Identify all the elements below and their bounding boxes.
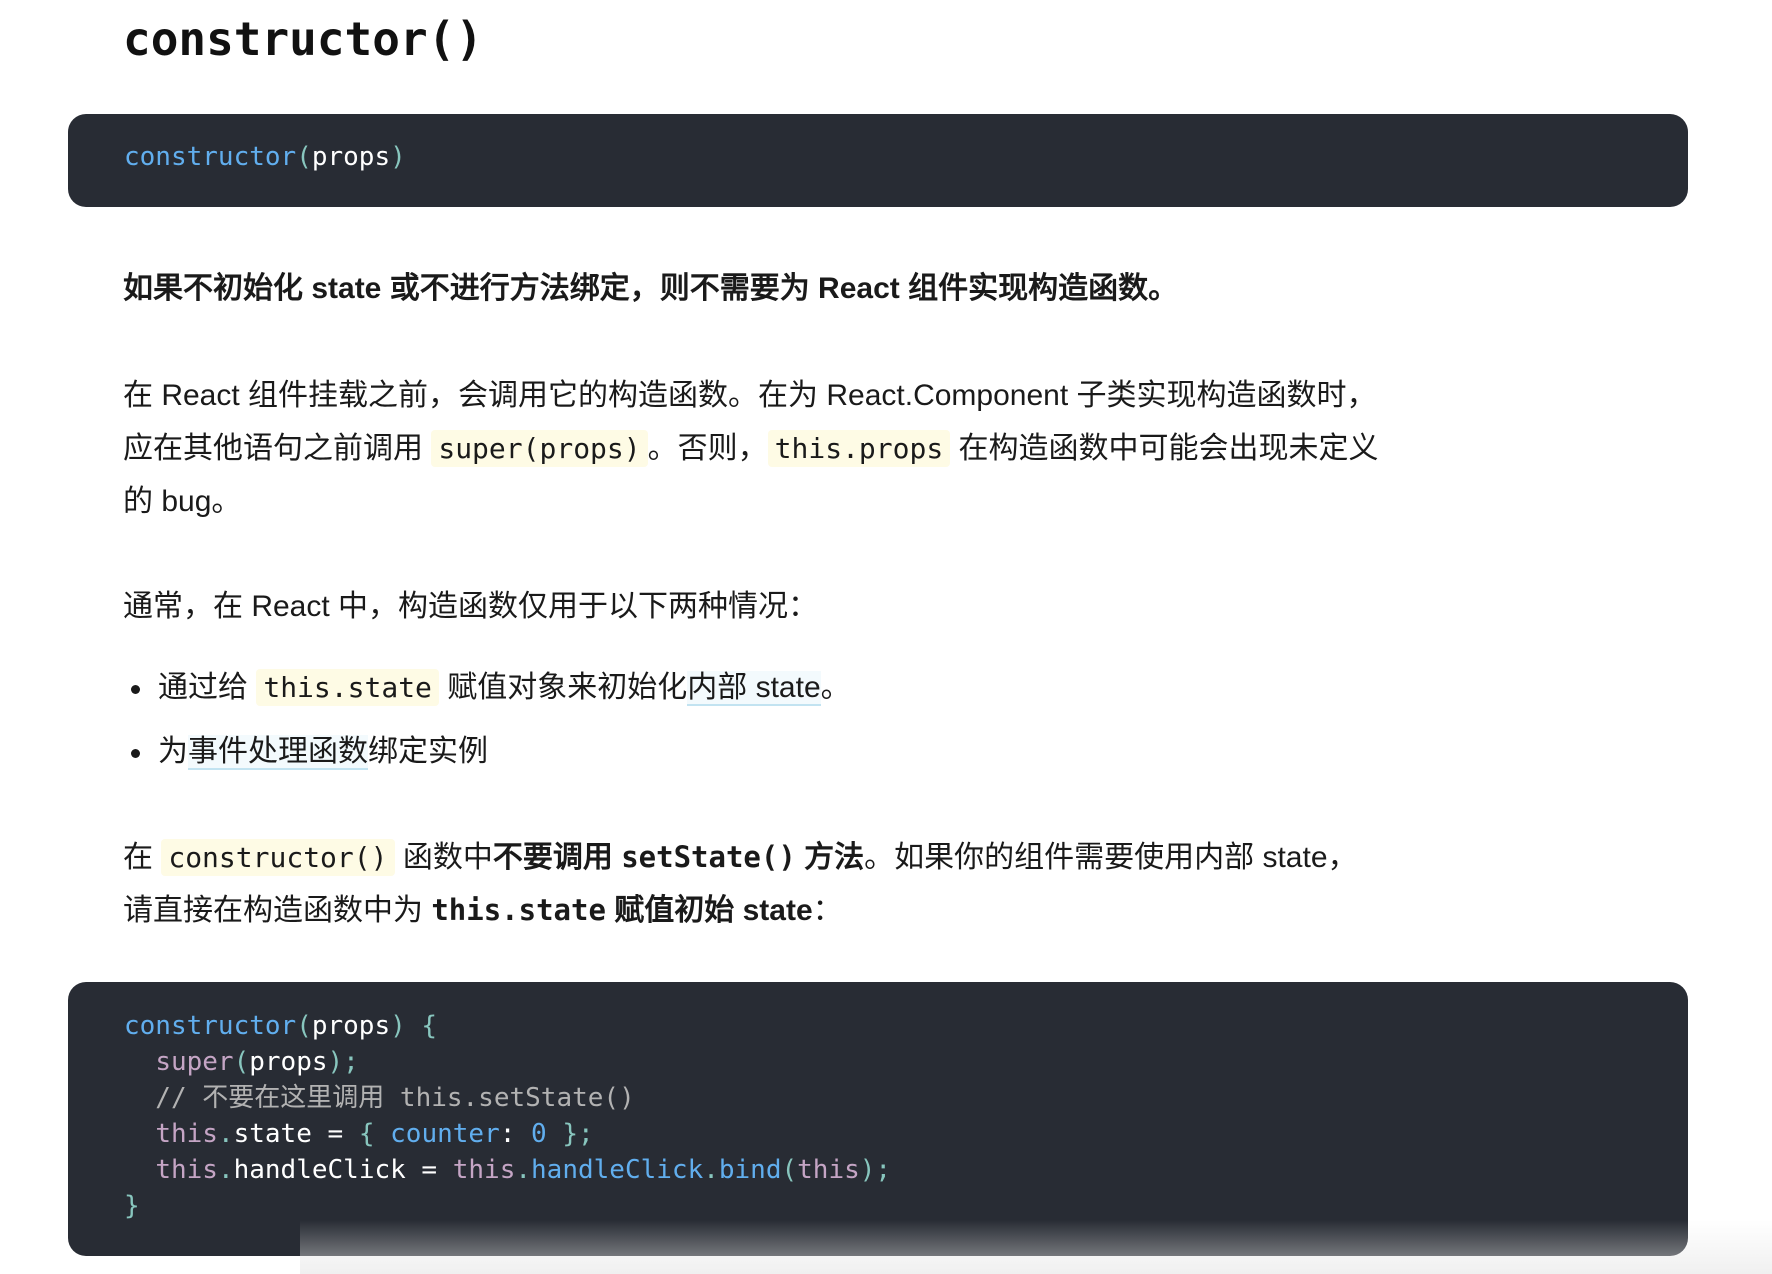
- text: 在构造函数中可能会出现未定义: [950, 432, 1379, 465]
- bold-assign-state: this.state 赋值初始 state: [431, 893, 813, 927]
- bold-code-setstate: setState(): [621, 840, 796, 874]
- code-token: };: [546, 1119, 594, 1149]
- usage-intro-paragraph: 通常，在 React 中，构造函数仅用于以下两种情况：: [123, 590, 819, 623]
- code-token: .: [703, 1155, 719, 1185]
- constructor-description-paragraph: 在 React 组件挂载之前，会调用它的构造函数。在为 React.Compon…: [123, 369, 1423, 528]
- list-item: 为事件处理函数绑定实例: [123, 730, 851, 774]
- usage-list: 通过给 this.state 赋值对象来初始化内部 state。 为事件处理函数…: [123, 666, 851, 794]
- code-token: constructor: [124, 1011, 297, 1041]
- text: 在 React 组件挂载之前，会调用它的构造函数。在为 React.Compon…: [123, 379, 1377, 412]
- bold-warning: 不要调用 setState() 方法: [492, 840, 865, 874]
- text: 。如果你的组件需要使用内部 state，: [864, 841, 1358, 874]
- code-token: }: [124, 1191, 140, 1221]
- code-token: (: [781, 1155, 798, 1185]
- text: 函数中: [394, 841, 493, 874]
- text: 请直接在构造函数中为: [123, 894, 432, 927]
- text: 。: [820, 671, 851, 704]
- code-token: this: [452, 1155, 516, 1185]
- internal-state-link[interactable]: 内部 state: [687, 671, 821, 706]
- inline-code-constructor: constructor(): [161, 839, 395, 876]
- intro-bold-paragraph: 如果不初始化 state 或不进行方法绑定，则不需要为 React 组件实现构造…: [123, 272, 1179, 305]
- code-token: ): [390, 142, 406, 172]
- code-token: this: [155, 1155, 218, 1185]
- code-token: handleClick: [233, 1155, 406, 1185]
- code-token: props: [249, 1047, 328, 1077]
- code-token: {: [358, 1119, 391, 1149]
- inline-code-super-props: super(props): [431, 430, 648, 467]
- code-token: counter: [390, 1119, 500, 1149]
- list-item: 通过给 this.state 赋值对象来初始化内部 state。: [123, 666, 851, 710]
- code-token: props: [311, 142, 391, 172]
- code-token: =: [405, 1155, 453, 1185]
- text: 方法: [795, 841, 865, 874]
- inline-code-this-state: this.state: [256, 669, 439, 706]
- code-token: =: [311, 1119, 359, 1149]
- text: 为: [158, 735, 188, 768]
- text: 的 bug。: [123, 485, 242, 518]
- code-token: .: [217, 1155, 234, 1185]
- text: ：: [812, 894, 843, 927]
- text: 。否则，: [647, 432, 768, 465]
- code-token: this: [155, 1119, 218, 1149]
- signature-code-block: constructor(props): [68, 114, 1688, 207]
- example-code-block: constructor(props) { super(props); // 不要…: [68, 982, 1688, 1256]
- doc-page: constructor() constructor(props) 如果不初始化 …: [0, 0, 1772, 1274]
- text: 在: [123, 841, 162, 874]
- code-token: 0: [531, 1119, 547, 1149]
- text: 赋值初始 state: [605, 894, 813, 927]
- code-token: (: [296, 142, 312, 172]
- text: 绑定实例: [368, 735, 488, 768]
- code-token: ) {: [390, 1011, 438, 1041]
- code-token: handleClick: [531, 1155, 704, 1185]
- code-token: );: [327, 1047, 359, 1077]
- code-token: );: [859, 1155, 892, 1185]
- code-token: .: [515, 1155, 532, 1185]
- signature-code: constructor(props): [124, 139, 1688, 175]
- text: 应在其他语句之前调用: [123, 432, 432, 465]
- page-title: constructor(): [123, 12, 484, 66]
- code-comment: // 不要在这里调用 this.setState(): [124, 1083, 635, 1113]
- code-token: constructor: [124, 142, 297, 172]
- code-token: .: [217, 1119, 234, 1149]
- text: 通过给: [158, 671, 257, 704]
- code-token: :: [499, 1119, 532, 1149]
- text: 赋值对象来初始化: [438, 671, 688, 704]
- code-token: state: [233, 1119, 312, 1149]
- event-handler-link[interactable]: 事件处理函数: [188, 735, 368, 770]
- setstate-warning-paragraph: 在 constructor() 函数中不要调用 setState() 方法。如果…: [123, 831, 1423, 937]
- code-token: bind: [718, 1155, 782, 1185]
- code-token: super: [155, 1047, 234, 1077]
- code-token: this: [797, 1155, 860, 1185]
- code-token: (: [233, 1047, 250, 1077]
- inline-code-this-props: this.props: [767, 430, 951, 467]
- example-code: constructor(props) { super(props); // 不要…: [124, 1008, 1688, 1224]
- text: 不要调用: [492, 841, 622, 874]
- code-token: props: [311, 1011, 391, 1041]
- bold-code-this-state: this.state: [431, 893, 606, 927]
- code-token: (: [296, 1011, 312, 1041]
